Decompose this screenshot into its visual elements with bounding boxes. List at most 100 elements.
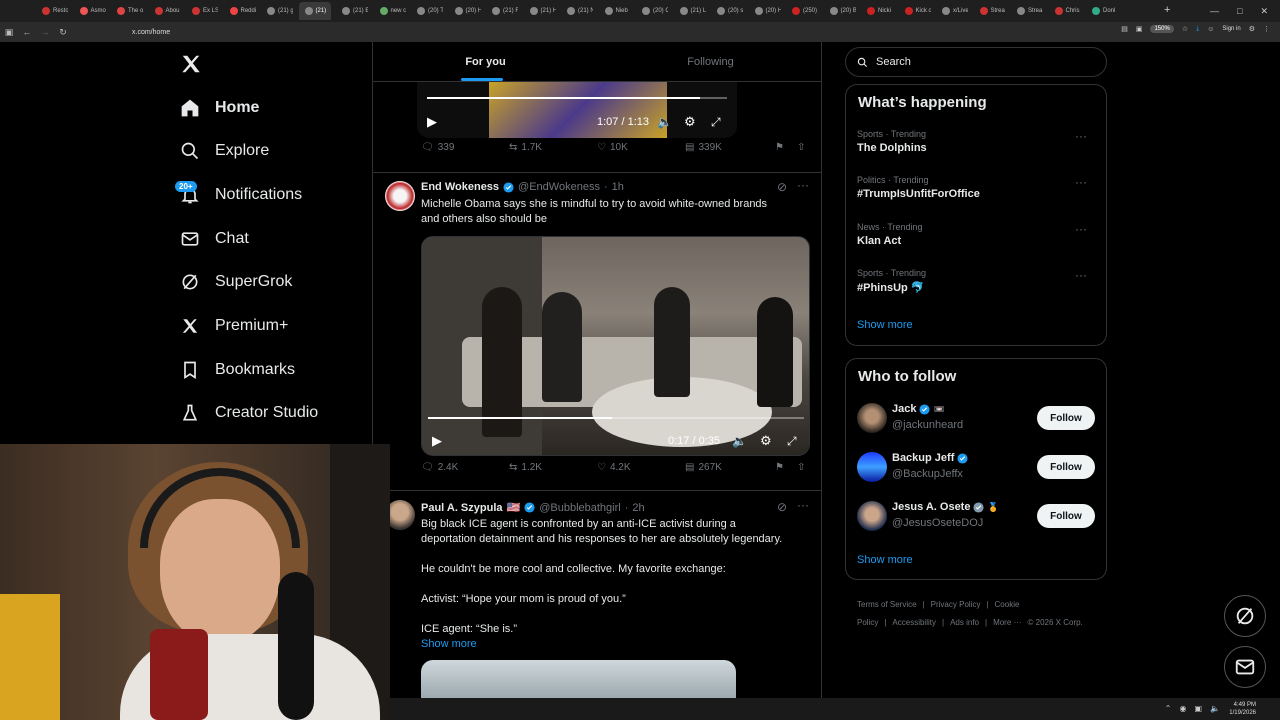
sidebar-item-home[interactable]: Home bbox=[180, 93, 259, 123]
trend-item[interactable]: Politics · Trending #TrumpIsUnfitForOffi… bbox=[857, 175, 1097, 200]
trend-item[interactable]: Sports · Trending #PhinsUp 🐬 ··· bbox=[857, 268, 1097, 294]
settings-icon[interactable]: ⚙ bbox=[760, 433, 772, 449]
video-progress-bar[interactable] bbox=[428, 417, 804, 419]
sidebar-item-explore[interactable]: Explore bbox=[180, 136, 269, 166]
browser-tab[interactable]: new c bbox=[374, 2, 406, 20]
browser-tab[interactable]: Asmo bbox=[74, 2, 106, 20]
more-icon[interactable]: ··· bbox=[797, 498, 809, 512]
zoom-level[interactable]: 150% bbox=[1150, 25, 1174, 33]
author-name[interactable]: End Wokeness bbox=[421, 181, 499, 193]
author-name[interactable]: Paul A. Szypula bbox=[421, 502, 503, 514]
follow-button[interactable]: Follow bbox=[1037, 455, 1095, 479]
show-more-follow[interactable]: Show more bbox=[857, 554, 913, 566]
show-more-trends[interactable]: Show more bbox=[857, 319, 913, 331]
reply-button[interactable]: 🗨 339 bbox=[421, 142, 454, 153]
more-icon[interactable]: ··· bbox=[797, 178, 809, 192]
more-icon[interactable]: ··· bbox=[1075, 175, 1087, 189]
more-icon[interactable]: ··· bbox=[1075, 268, 1087, 282]
star-icon[interactable]: ☆ bbox=[1182, 25, 1188, 33]
browser-tab[interactable]: (20) B bbox=[824, 2, 856, 20]
footer-link[interactable]: © 2026 X Corp. bbox=[1028, 618, 1083, 627]
post-time[interactable]: 2h bbox=[632, 502, 644, 514]
minimize-icon[interactable]: — bbox=[1210, 6, 1219, 16]
footer-link[interactable]: More ··· bbox=[993, 618, 1021, 627]
browser-tab[interactable]: (20) C bbox=[636, 2, 668, 20]
browser-tab[interactable]: Nicki bbox=[861, 2, 893, 20]
show-more-link[interactable]: Show more bbox=[421, 637, 477, 652]
maximize-icon[interactable]: □ bbox=[1237, 6, 1242, 16]
browser-tab[interactable]: Donl bbox=[1086, 2, 1118, 20]
extensions-icon[interactable]: ⚙ bbox=[1249, 25, 1255, 33]
screenshot-icon[interactable]: ▣ bbox=[1136, 25, 1143, 33]
bookmark-icon[interactable]: ⚑ bbox=[775, 462, 784, 473]
sidebar-item-supergrok[interactable]: SuperGrok bbox=[180, 267, 292, 297]
tab-following[interactable]: Following bbox=[598, 42, 821, 81]
repost-button[interactable]: ⇆ 1.7K bbox=[509, 142, 542, 153]
browser-tab[interactable]: (20) T bbox=[411, 2, 443, 20]
fullscreen-icon[interactable]: ⤢ bbox=[787, 434, 797, 449]
sidebar-item-premium[interactable]: Premium+ bbox=[180, 311, 288, 341]
sidebar-item-bookmarks[interactable]: Bookmarks bbox=[180, 355, 295, 385]
network-icon[interactable]: ◉ bbox=[1179, 704, 1186, 713]
footer-link[interactable]: Privacy Policy bbox=[931, 600, 981, 609]
browser-tab[interactable]: (250) bbox=[786, 2, 818, 20]
browser-tab[interactable]: (21) N bbox=[561, 2, 593, 20]
browser-tab[interactable]: (20) H bbox=[749, 2, 781, 20]
profile-icon[interactable]: ☺ bbox=[1207, 26, 1214, 33]
browser-tab[interactable]: (21) bbox=[298, 2, 331, 20]
reply-button[interactable]: 🗨 2.4K bbox=[421, 462, 458, 473]
browser-tab[interactable]: (21) F bbox=[486, 2, 518, 20]
video-player[interactable]: ▶ 0:17 / 0:35 🔈 ⚙ ⤢ bbox=[421, 236, 810, 456]
tab-for-you[interactable]: For you bbox=[373, 42, 598, 81]
system-clock[interactable]: 4:49 PM 1/19/2026 bbox=[1229, 701, 1256, 717]
avatar[interactable] bbox=[857, 403, 887, 433]
new-tab-button[interactable]: + bbox=[1164, 4, 1170, 16]
browser-tab[interactable]: Resto bbox=[36, 2, 68, 20]
reader-icon[interactable]: ▤ bbox=[1121, 25, 1128, 33]
grok-icon[interactable]: ⊘ bbox=[777, 180, 787, 194]
author-handle[interactable]: @EndWokeness bbox=[518, 181, 600, 193]
fullscreen-icon[interactable]: ⤢ bbox=[711, 115, 721, 130]
follow-button[interactable]: Follow bbox=[1037, 504, 1095, 528]
forward-icon[interactable]: → bbox=[36, 27, 54, 37]
play-icon[interactable]: ▶ bbox=[432, 433, 442, 449]
chevron-up-icon[interactable]: ⌃ bbox=[1165, 704, 1172, 713]
x-logo-icon[interactable] bbox=[180, 53, 202, 80]
browser-tab[interactable]: Chris bbox=[1049, 2, 1081, 20]
like-button[interactable]: ♡ 4.2K bbox=[597, 462, 631, 473]
post-media[interactable] bbox=[421, 660, 736, 698]
follow-suggestion[interactable]: Jack 📼 @jackunheard Follow bbox=[857, 401, 1097, 437]
sidebar-item-creator-studio[interactable]: Creator Studio bbox=[180, 398, 318, 428]
follow-suggestion[interactable]: Backup Jeff @BackupJeffx Follow bbox=[857, 450, 1097, 486]
volume-icon[interactable]: 🔈 bbox=[657, 115, 672, 129]
repost-button[interactable]: ⇆ 1.2K bbox=[509, 462, 542, 473]
video-progress-bar[interactable] bbox=[427, 97, 727, 99]
share-icon[interactable]: ⇧ bbox=[797, 462, 805, 473]
close-icon[interactable]: ✕ bbox=[1260, 6, 1268, 17]
menu-icon[interactable]: ⋮ bbox=[1263, 25, 1270, 33]
browser-tab[interactable]: Ex LS bbox=[186, 2, 218, 20]
post-time[interactable]: 1h bbox=[612, 181, 624, 193]
browser-tab[interactable]: (21) E bbox=[336, 2, 368, 20]
browser-tab[interactable]: (20) s bbox=[711, 2, 743, 20]
follow-suggestion[interactable]: Jesus A. Osete 🏅 @JesusOseteDOJ Follow bbox=[857, 499, 1097, 535]
more-icon[interactable]: ··· bbox=[1075, 129, 1087, 143]
back-icon[interactable]: ← bbox=[18, 27, 36, 37]
video-player[interactable]: ▶ 1:07 / 1:13 🔈 ⚙ ⤢ bbox=[417, 82, 737, 138]
browser-tab[interactable]: (20) H bbox=[449, 2, 481, 20]
more-icon[interactable]: ··· bbox=[1075, 222, 1087, 236]
browser-tab[interactable]: Strea bbox=[974, 2, 1006, 20]
volume-icon[interactable]: 🔈 bbox=[1210, 704, 1220, 713]
author-handle[interactable]: @Bubblebathgirl bbox=[539, 502, 621, 514]
download-icon[interactable]: ⤓ bbox=[1196, 25, 1199, 33]
grok-icon[interactable]: ⊘ bbox=[777, 500, 787, 514]
browser-tab[interactable]: Kick o bbox=[899, 2, 931, 20]
browser-tab[interactable]: (21) g bbox=[261, 2, 293, 20]
sidebar-item-chat[interactable]: Chat bbox=[180, 224, 249, 254]
sidebar-item-notifications[interactable]: Notifications bbox=[180, 180, 302, 210]
trend-item[interactable]: Sports · Trending The Dolphins ··· bbox=[857, 129, 1097, 154]
bookmark-icon[interactable]: ⚑ bbox=[775, 142, 784, 153]
like-button[interactable]: ♡ 10K bbox=[597, 142, 628, 153]
browser-tab[interactable]: x/Live bbox=[936, 2, 968, 20]
views-button[interactable]: ▤ 339K bbox=[685, 142, 722, 153]
